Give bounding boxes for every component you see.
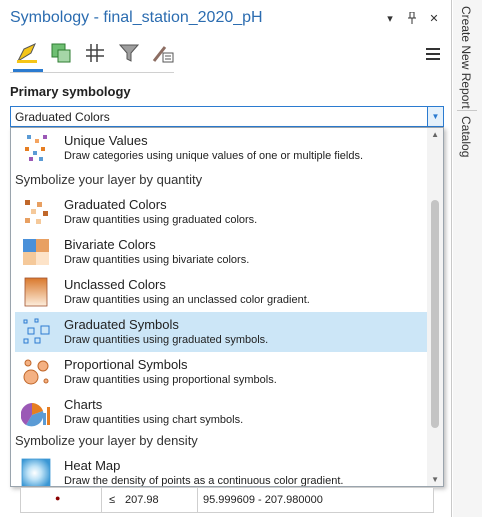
list-item-name: Graduated Symbols — [64, 317, 179, 332]
list-item-bivariate-colors[interactable]: Bivariate Colors Draw quantities using b… — [15, 232, 427, 272]
symbology-dropdown-list[interactable]: Unique Values Draw categories using uniq… — [10, 127, 444, 487]
list-item-desc: Draw quantities using chart symbols. — [64, 414, 244, 426]
list-item-desc: Draw quantities using an unclassed color… — [64, 294, 310, 306]
filter-icon[interactable] — [114, 38, 144, 68]
list-item-name: Unclassed Colors — [64, 277, 166, 292]
list-item-desc: Draw categories using unique values of o… — [64, 150, 363, 162]
symbol-layer-drawing-icon[interactable] — [148, 38, 178, 68]
tabs-divider — [10, 72, 174, 73]
tab-catalog[interactable]: Catalog — [459, 116, 473, 157]
list-item-name: Charts — [64, 397, 103, 412]
bivariate-colors-icon — [21, 237, 51, 267]
graduated-colors-icon — [21, 197, 51, 227]
list-item-graduated-symbols[interactable]: Graduated Symbols Draw quantities using … — [15, 312, 427, 352]
list-item-name: Heat Map — [64, 458, 121, 473]
symbology-tabs — [12, 38, 178, 68]
pane-options-icon[interactable]: ▾ — [384, 12, 396, 27]
heat-map-icon — [21, 458, 51, 486]
pane-title-controls: ▾ ✕ — [384, 11, 440, 27]
hamburger-icon[interactable] — [426, 48, 440, 63]
list-item-name: Unique Values — [64, 133, 148, 148]
primary-symbology-icon[interactable] — [12, 38, 42, 68]
charts-icon — [20, 397, 51, 427]
column-divider — [197, 488, 198, 513]
class-upper-value: 207.98 — [125, 494, 159, 506]
list-item-desc: Draw quantities using bivariate colors. — [64, 254, 250, 266]
list-item-unique-values[interactable]: Unique Values Draw categories using uniq… — [15, 128, 427, 168]
side-tab-divider — [457, 110, 477, 111]
pane-title: Symbology - final_station_2020_pH — [10, 9, 263, 26]
vary-symbology-icon[interactable] — [46, 38, 76, 68]
symbology-pane: Symbology - final_station_2020_pH ▾ ✕ Pr… — [0, 0, 452, 517]
group-header-quantity: Symbolize your layer by quantity — [15, 172, 203, 187]
scrollbar-thumb[interactable] — [431, 200, 439, 428]
graduated-symbols-icon — [21, 317, 51, 347]
list-item-name: Graduated Colors — [64, 197, 167, 212]
side-dock-tabs: Create New Report Catalog — [453, 0, 482, 517]
column-divider — [101, 488, 102, 513]
list-item-name: Proportional Symbols — [64, 357, 188, 372]
list-item-name: Bivariate Colors — [64, 237, 156, 252]
primary-symbology-label: Primary symbology — [10, 84, 131, 99]
close-icon[interactable]: ✕ — [428, 12, 440, 27]
primary-symbology-select[interactable]: Graduated Colors ▼ — [10, 106, 444, 127]
chevron-down-icon[interactable]: ▼ — [427, 107, 443, 126]
list-item-desc: Draw quantities using graduated symbols. — [64, 334, 269, 346]
pane-border — [451, 0, 452, 517]
class-operator: ≤ — [109, 494, 116, 506]
list-item-desc: Draw the density of points as a continuo… — [64, 475, 344, 487]
class-table-row[interactable]: ● ≤ 207.98 95.999609 - 207.980000 — [20, 488, 434, 513]
list-item-heat-map[interactable]: Heat Map Draw the density of points as a… — [15, 453, 427, 487]
list-item-desc: Draw quantities using graduated colors. — [64, 214, 258, 226]
list-item-unclassed-colors[interactable]: Unclassed Colors Draw quantities using a… — [15, 272, 427, 312]
group-header-density: Symbolize your layer by density — [15, 433, 198, 448]
unclassed-colors-icon — [21, 277, 51, 307]
class-label: 95.999609 - 207.980000 — [203, 494, 323, 506]
label-classes-icon[interactable] — [80, 38, 110, 68]
list-item-desc: Draw quantities using proportional symbo… — [64, 374, 277, 386]
primary-symbology-value: Graduated Colors — [15, 110, 110, 124]
dropdown-scrollbar[interactable]: ▲ ▼ — [427, 128, 443, 486]
class-symbol-icon: ● — [55, 493, 61, 503]
scroll-up-icon[interactable]: ▲ — [431, 130, 439, 139]
unique-values-icon — [21, 133, 51, 163]
tab-create-new-report[interactable]: Create New Report — [459, 6, 473, 109]
list-item-charts[interactable]: Charts Draw quantities using chart symbo… — [15, 392, 427, 432]
scroll-down-icon[interactable]: ▼ — [431, 475, 439, 484]
proportional-symbols-icon — [21, 357, 51, 387]
list-item-graduated-colors[interactable]: Graduated Colors Draw quantities using g… — [15, 192, 427, 232]
pin-icon[interactable] — [406, 11, 418, 27]
list-item-proportional-symbols[interactable]: Proportional Symbols Draw quantities usi… — [15, 352, 427, 392]
